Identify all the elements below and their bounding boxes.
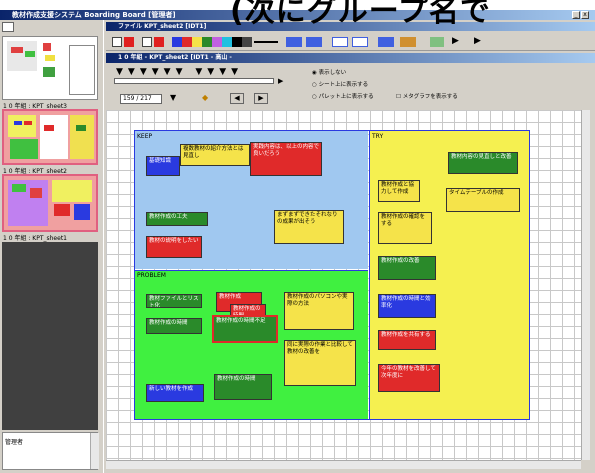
group-icon[interactable] xyxy=(378,37,394,47)
note-13[interactable]: 同に実際の作業と比較して教材の改善を xyxy=(284,340,356,386)
note-5[interactable]: 教材の説明をしたい xyxy=(146,236,202,258)
color-purple-icon[interactable] xyxy=(212,37,222,47)
play-icon[interactable]: ▶ xyxy=(452,36,459,46)
overlay-caption: (次にグループ名で xyxy=(230,0,491,29)
controls-panel: ▼▼▼▼▼▼ ▼▼▼▼ ▶ 159 / 217 ▼ ◆ ◀ ▶ ◉ 表示しない … xyxy=(106,64,595,108)
play-next-icon[interactable]: ▶ xyxy=(474,36,481,46)
main-window-title: 教材作成支援システム Boarding Board [管理者] xyxy=(12,11,176,19)
thumbnail-label-sheet1: 1 0 年組 : KPT_sheet1 xyxy=(3,235,67,242)
note-11-selected[interactable]: 教材作成の時間不足 xyxy=(212,315,278,343)
note-16[interactable]: 教材作成と協力して作成 xyxy=(378,180,420,202)
color-red-icon[interactable] xyxy=(182,37,192,47)
red-pen-icon[interactable] xyxy=(154,37,164,47)
inner-window-title: ファイル KPT_sheet2 [IDT1] xyxy=(118,23,207,30)
delete-icon[interactable] xyxy=(124,37,134,47)
sidebar-info-panel: 管理者 xyxy=(2,432,98,470)
radio-palette-label: パレット上に表示する xyxy=(318,94,374,100)
timeline-next-icon[interactable]: ▶ xyxy=(278,77,283,85)
marker-orange-icon[interactable]: ◆ xyxy=(202,93,208,102)
note-12[interactable]: 教材作成のパソコンや実際の方法 xyxy=(284,292,354,330)
note-23[interactable]: 今年の教材を改善して次年度に xyxy=(378,364,440,392)
note-8[interactable]: 教材作成の時間 xyxy=(146,318,202,334)
list-icon[interactable] xyxy=(352,37,368,47)
metagraph-checkbox[interactable]: ☐ メタグラフを表示する xyxy=(396,92,458,100)
keep-label: KEEP xyxy=(137,133,153,140)
canvas-scrollbar-v[interactable] xyxy=(581,110,590,460)
note-22[interactable]: 教材作成を共有する xyxy=(378,330,436,350)
color-black-icon[interactable] xyxy=(232,37,242,47)
layout2-icon[interactable] xyxy=(306,37,322,47)
eraser-icon[interactable] xyxy=(430,37,444,47)
next-button[interactable]: ▶ xyxy=(254,93,268,104)
page-counter: 159 / 217 xyxy=(120,94,162,104)
layout-icon[interactable] xyxy=(286,37,302,47)
sidebar-scrollbar[interactable] xyxy=(90,433,99,469)
color-green-icon[interactable] xyxy=(202,37,212,47)
grid-icon[interactable] xyxy=(332,37,348,47)
sidebar-toggle-icon[interactable] xyxy=(2,22,14,32)
canvas-scrollbar-h[interactable] xyxy=(106,460,581,469)
note-18[interactable]: タイムテーブルの作成 xyxy=(446,188,520,212)
color-blue-icon[interactable] xyxy=(172,37,182,47)
note-17[interactable]: 教材内容の見直しと改善 xyxy=(448,152,518,174)
note-6[interactable]: まずまずできたそれなりの成果が出そう xyxy=(274,210,344,244)
radio-hide[interactable]: ◉ 表示しない xyxy=(312,68,346,76)
thumbnail-sheet2[interactable] xyxy=(2,109,98,165)
note-1[interactable]: 基礎知識 xyxy=(146,156,180,176)
sidebar-empty-area xyxy=(2,242,98,430)
prev-button[interactable]: ◀ xyxy=(230,93,244,104)
color-cyan-icon[interactable] xyxy=(222,37,232,47)
marker-icon[interactable]: ▼ xyxy=(170,93,176,102)
note-15[interactable]: 新しい教材を作成 xyxy=(146,384,204,402)
radio-palette[interactable]: ○ パレット上に表示する xyxy=(312,92,374,100)
color-yellow-icon[interactable] xyxy=(192,37,202,47)
note-7[interactable]: 教材ファイルとリスト化 xyxy=(146,294,202,308)
toolbar: ▶ ▶ xyxy=(106,33,595,51)
note-19[interactable]: 教材作成の確認をする xyxy=(378,212,432,244)
folder-icon[interactable] xyxy=(400,37,416,47)
note-3[interactable]: 実践内容は、以上の内容で良いだろう xyxy=(250,142,322,176)
radio-sheet[interactable]: ○ シート上に表示する xyxy=(312,80,368,88)
note-20[interactable]: 教材作成の改善 xyxy=(378,256,436,280)
new-sheet-icon[interactable] xyxy=(112,37,122,47)
close-button[interactable]: x xyxy=(581,11,589,19)
metagraph-checkbox-label: メタグラフを表示する xyxy=(402,94,458,100)
color-gray-icon[interactable] xyxy=(242,37,252,47)
sub-title-bar: 1 0 年組 - KPT_sheet2 [IDT1 - 高山 - xyxy=(106,53,595,63)
radio-sheet-label: シート上に表示する xyxy=(318,82,369,88)
marker-row-icon[interactable]: ▼▼▼▼▼▼ ▼▼▼▼ xyxy=(116,67,243,77)
thumbnail-sheet3[interactable] xyxy=(2,36,98,100)
note-4[interactable]: 教材作成の工夫 xyxy=(146,212,208,226)
radio-hide-label: 表示しない xyxy=(318,70,347,76)
problem-label: PROBLEM xyxy=(137,272,166,279)
note-14[interactable]: 教材作成の時間 xyxy=(214,374,272,400)
sub-window-title: 1 0 年組 - KPT_sheet2 [IDT1 - 高山 - xyxy=(118,54,232,61)
note-icon[interactable] xyxy=(142,37,152,47)
try-label: TRY xyxy=(372,133,384,140)
minimize-button[interactable]: _ xyxy=(572,11,580,19)
note-21[interactable]: 教材作成の時間と効率化 xyxy=(378,294,436,318)
line-tool-icon[interactable] xyxy=(254,41,278,43)
sidebar-user-label: 管理者 xyxy=(5,439,24,446)
note-2[interactable]: 複数教材の紹介方法とは見直し xyxy=(180,144,250,166)
thumbnail-sheet1[interactable] xyxy=(2,174,98,232)
timeline-slider[interactable] xyxy=(114,78,274,84)
